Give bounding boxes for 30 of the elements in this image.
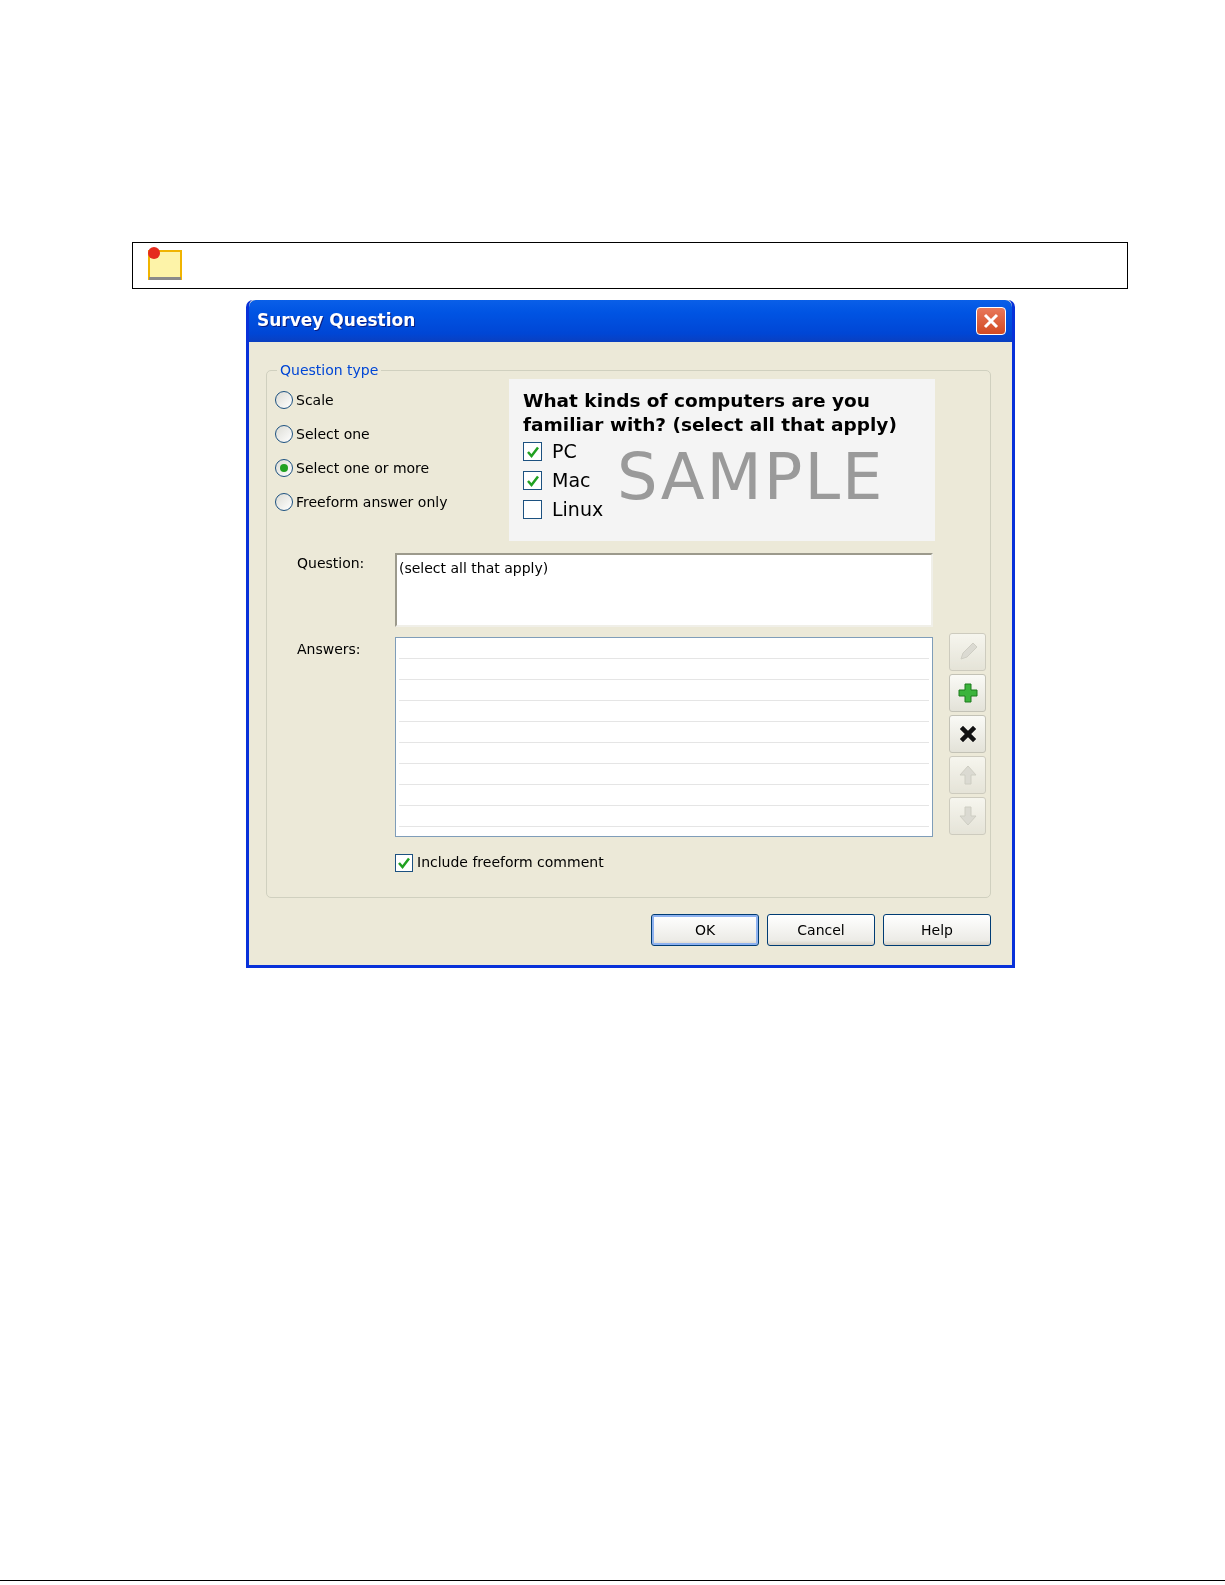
- check-icon: [397, 855, 411, 870]
- preview-choice: Linux: [552, 497, 604, 522]
- radio-button[interactable]: [275, 459, 293, 477]
- radio-label: Freeform answer only: [296, 492, 448, 512]
- radio-button[interactable]: [275, 425, 293, 443]
- answers-label: Answers:: [297, 641, 361, 657]
- add-button[interactable]: [949, 674, 986, 712]
- sample-watermark: SAMPLE: [617, 445, 885, 509]
- radio-label: Select one or more: [296, 458, 430, 478]
- close-button[interactable]: [976, 307, 1006, 335]
- plus-icon: [955, 681, 980, 705]
- delete-button[interactable]: [949, 715, 986, 753]
- question-field[interactable]: (select all that apply): [395, 553, 933, 627]
- window-title: Survey Question: [257, 309, 416, 333]
- dialog-button[interactable]: Cancel: [767, 914, 875, 946]
- preview-choice: Mac: [552, 468, 591, 493]
- preview-choice: PC: [552, 439, 577, 464]
- dialog-button[interactable]: OK: [651, 914, 759, 946]
- preview-question: What kinds of computers are you familiar with? (select all that apply): [523, 389, 898, 437]
- close-icon: [983, 313, 999, 329]
- group-legend: Question type: [277, 361, 382, 379]
- dialog-button[interactable]: Help: [883, 914, 991, 946]
- sticky-note-icon: [145, 245, 183, 283]
- checkbox-label: Include freeform comment: [417, 853, 604, 872]
- checkbox[interactable]: [395, 853, 413, 872]
- question-label: Question:: [297, 555, 365, 571]
- radio-label: Scale: [296, 390, 334, 410]
- radio-label: Select one: [296, 424, 370, 444]
- radio-button[interactable]: [275, 493, 293, 511]
- radio-button[interactable]: [275, 391, 293, 409]
